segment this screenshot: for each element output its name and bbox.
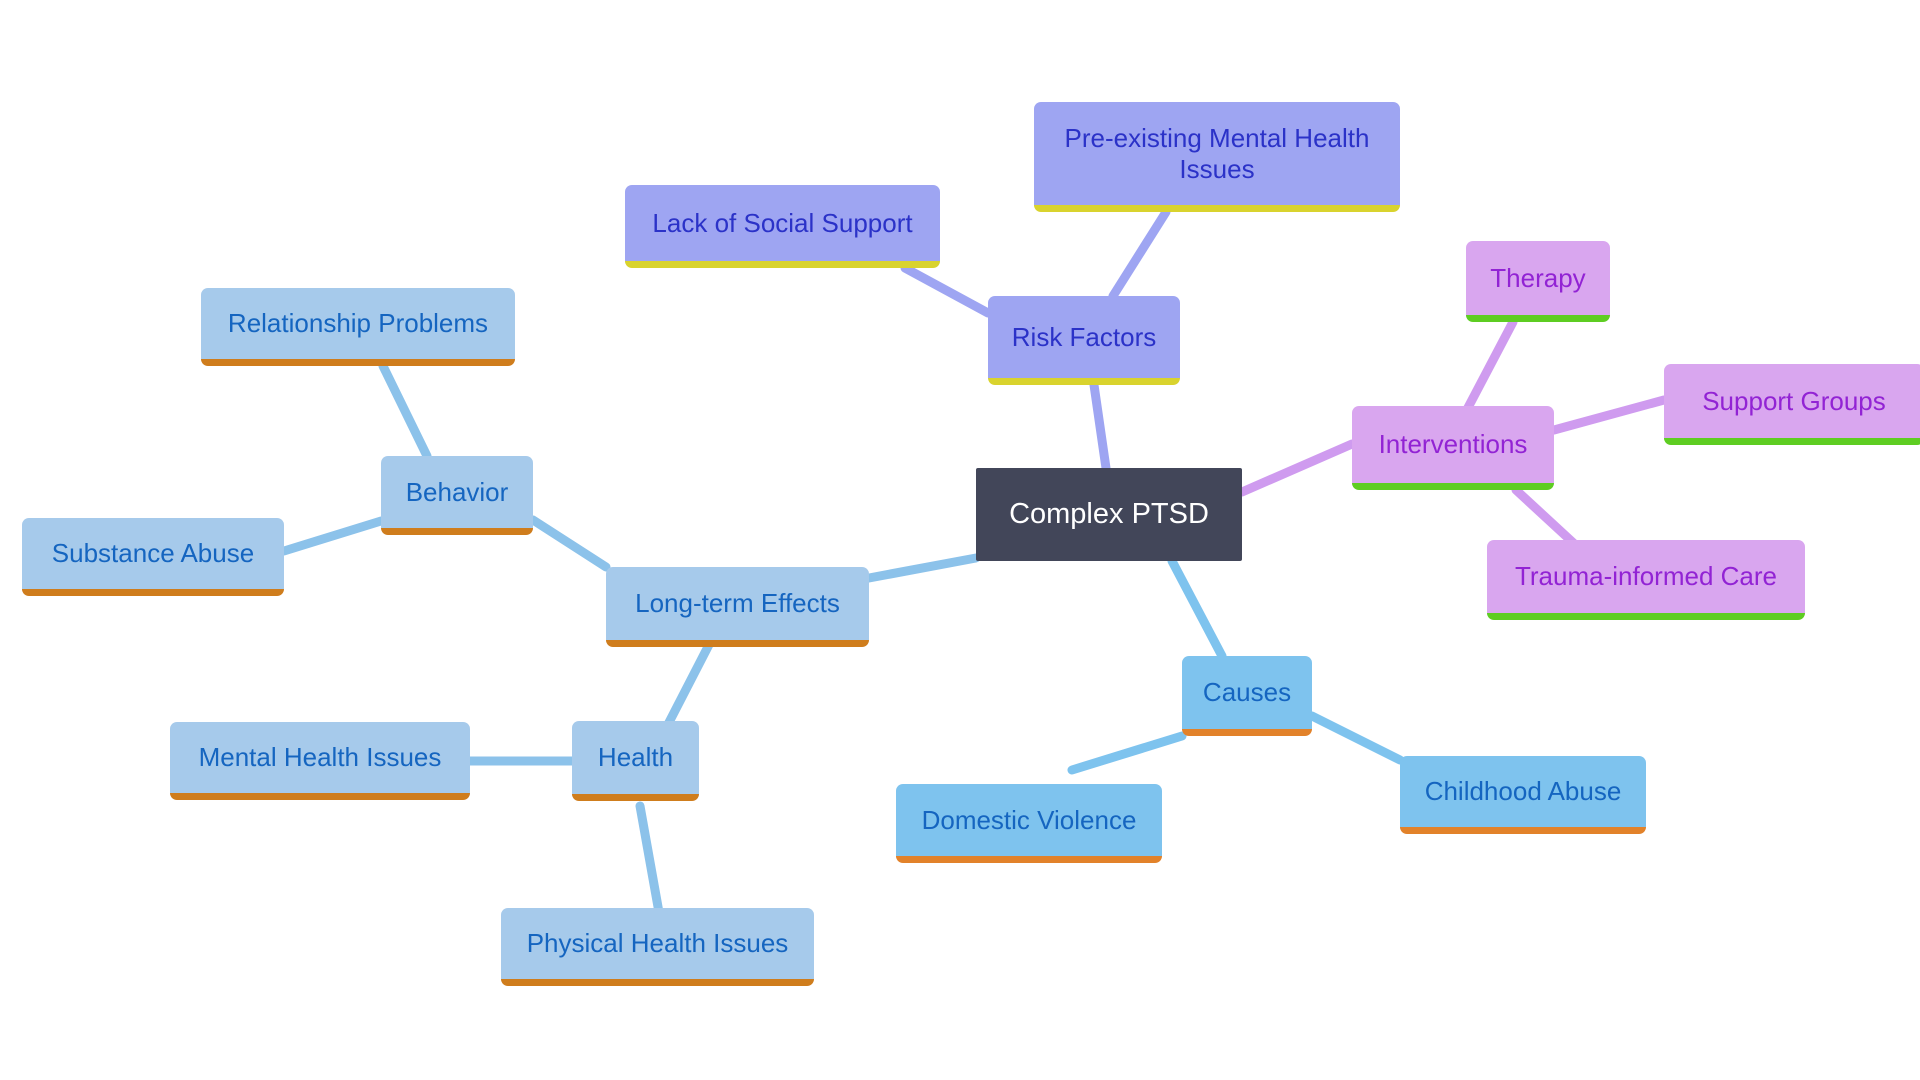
node-mental-health-issues[interactable]: Mental Health Issues (170, 722, 470, 800)
edge-causes-childhood-abuse (1307, 711, 1405, 765)
node-behavior[interactable]: Behavior (381, 456, 533, 535)
node-label: Causes (1202, 677, 1292, 708)
node-childhood-abuse[interactable]: Childhood Abuse (1400, 756, 1646, 834)
edge-effects-health (658, 632, 718, 739)
node-label: Support Groups (1702, 385, 1886, 416)
node-label: Substance Abuse (51, 538, 255, 569)
node-label: Relationship Problems (227, 308, 489, 339)
node-label: Therapy (1490, 262, 1586, 293)
node-label: Behavior (405, 476, 509, 507)
node-substance-abuse[interactable]: Substance Abuse (22, 518, 284, 596)
node-support-groups[interactable]: Support Groups (1664, 364, 1920, 445)
mindmap-canvas: Complex PTSD Risk Factors Pre-existing M… (0, 0, 1920, 1080)
edge-root-long-term-effects (864, 553, 981, 583)
node-label: Childhood Abuse (1424, 776, 1622, 807)
edge-risk-lack-support (900, 263, 993, 318)
node-trauma-informed-care[interactable]: Trauma-informed Care (1487, 540, 1805, 620)
node-label: Complex PTSD (1009, 498, 1209, 531)
node-label: Mental Health Issues (198, 742, 442, 773)
node-label: Trauma-informed Care (1514, 561, 1777, 592)
node-therapy[interactable]: Therapy (1466, 241, 1610, 322)
edge-health-physical-health (635, 801, 665, 923)
node-causes[interactable]: Causes (1182, 656, 1312, 736)
node-label: Lack of Social Support (652, 207, 913, 238)
node-label: Risk Factors (1011, 321, 1157, 352)
edge-root-risk-factors (1089, 380, 1111, 473)
edge-causes-domestic-violence (1067, 731, 1187, 775)
edge-behavior-relationship (378, 361, 432, 461)
node-health[interactable]: Health (572, 721, 699, 801)
node-risk-factors[interactable]: Risk Factors (988, 296, 1180, 385)
node-label: Pre-existing Mental Health Issues (1064, 122, 1370, 184)
node-relationship-problems[interactable]: Relationship Problems (201, 288, 515, 366)
edge-root-interventions (1237, 439, 1357, 497)
edge-interventions-support-groups (1549, 395, 1669, 435)
node-physical-health-issues[interactable]: Physical Health Issues (501, 908, 814, 986)
edge-effects-behavior (528, 515, 611, 572)
node-interventions[interactable]: Interventions (1352, 406, 1554, 490)
node-label: Domestic Violence (921, 804, 1137, 835)
node-domestic-violence[interactable]: Domestic Violence (896, 784, 1162, 863)
node-long-term-effects[interactable]: Long-term Effects (606, 567, 869, 647)
node-lack-of-social-support[interactable]: Lack of Social Support (625, 185, 940, 268)
node-label: Health (597, 742, 674, 773)
node-label: Long-term Effects (635, 588, 840, 619)
node-label: Physical Health Issues (526, 928, 789, 959)
edge-root-causes (1167, 556, 1227, 661)
node-pre-existing-mental-health-issues[interactable]: Pre-existing Mental Health Issues (1034, 102, 1400, 212)
edge-interventions-therapy (1457, 317, 1518, 424)
edge-risk-pre-existing (1108, 207, 1171, 301)
node-complex-ptsd[interactable]: Complex PTSD (976, 468, 1242, 561)
edge-behavior-substance-abuse (279, 516, 386, 556)
node-label: Interventions (1378, 429, 1528, 460)
